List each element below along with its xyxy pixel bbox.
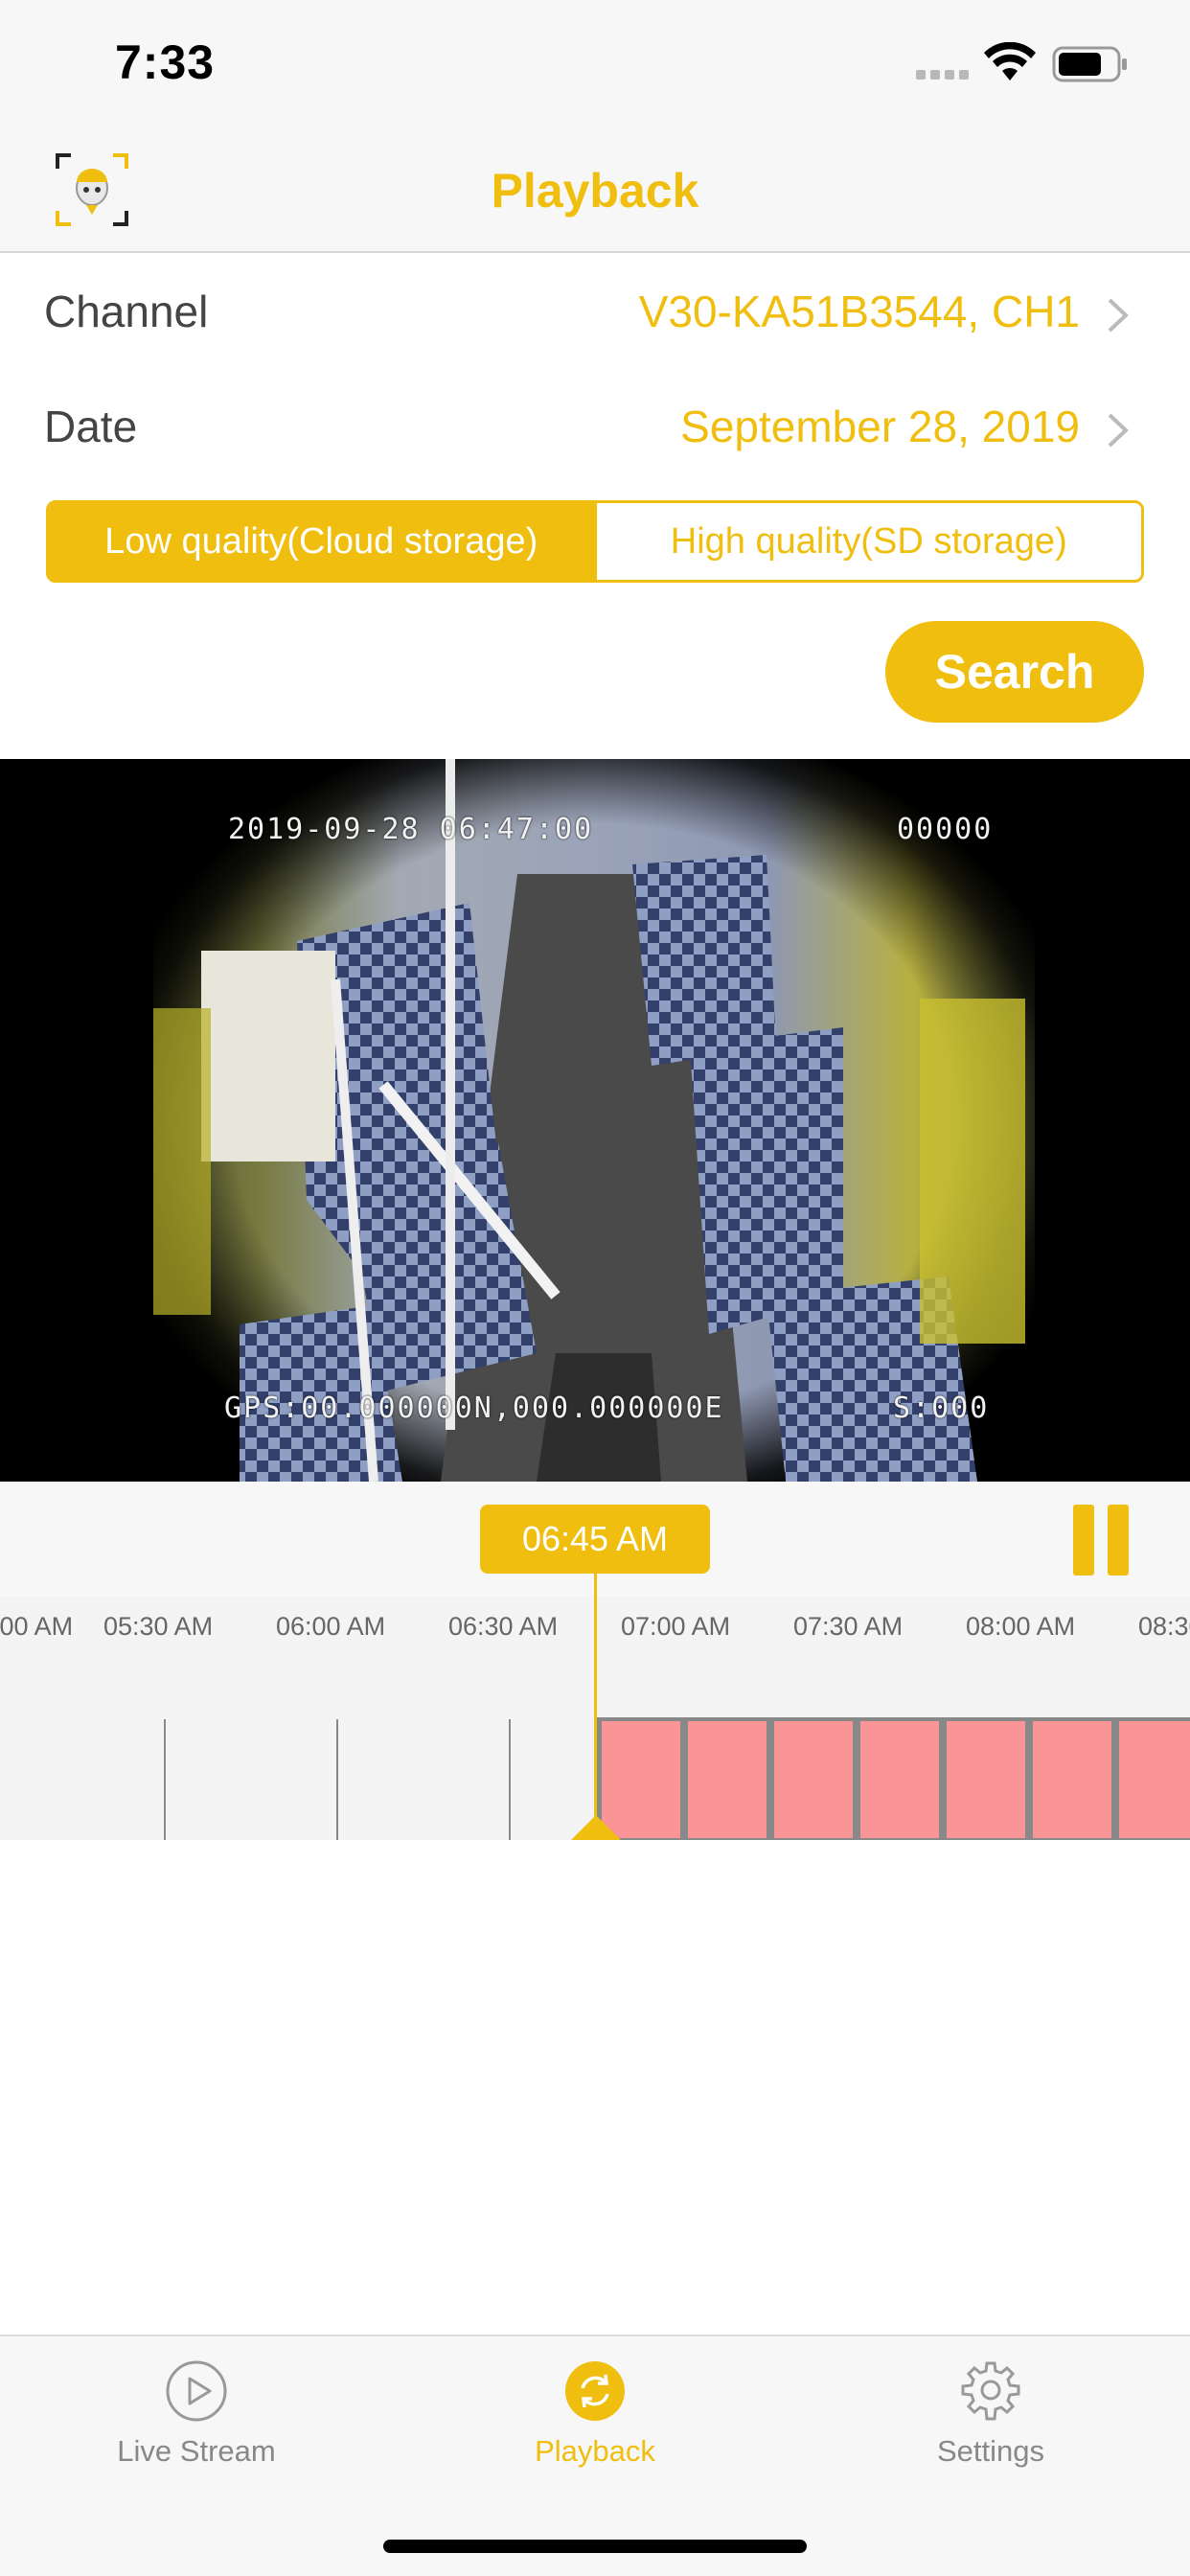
recording-segment[interactable] (1029, 1721, 1111, 1838)
tick-label: 07:30 AM (793, 1612, 904, 1641)
chevron-right-icon (1108, 298, 1129, 333)
battery-icon (1052, 46, 1127, 82)
tick-label: 06:30 AM (448, 1612, 559, 1641)
quality-segmented-control: Low quality(Cloud storage) High quality(… (46, 500, 1144, 583)
tick-label: 05:00 AM (0, 1612, 74, 1641)
tick-mark (509, 1719, 511, 1840)
chevron-right-icon (1108, 413, 1129, 448)
low-quality-option[interactable]: Low quality(Cloud storage) (49, 503, 594, 580)
tab-live-stream[interactable]: Live Stream (53, 2359, 340, 2469)
video-timestamp: 2019-09-28 06:47:00 (228, 813, 594, 846)
tick-label: 08:00 AM (966, 1612, 1076, 1641)
wifi-icon (984, 42, 1036, 80)
search-button[interactable]: Search (885, 621, 1144, 723)
page-title: Playback (491, 164, 699, 218)
channel-label: Channel (44, 287, 209, 336)
channel-value: V30-KA51B3544, CH1 (638, 287, 1080, 336)
current-time-badge: 06:45 AM (480, 1505, 710, 1574)
timeline-cursor[interactable] (594, 1574, 597, 1840)
date-label: Date (44, 402, 138, 451)
date-row[interactable]: Date September 28, 2019 (0, 374, 1190, 479)
recording-segment[interactable] (943, 1721, 1025, 1838)
recording-segment[interactable] (684, 1721, 767, 1838)
tab-settings[interactable]: Settings (847, 2359, 1134, 2469)
play-circle-icon (166, 2360, 227, 2422)
bus-interior-image (153, 759, 1025, 1482)
status-bar: 7:33 (0, 0, 1190, 126)
video-counter: 00000 (897, 813, 994, 846)
video-frame: 2019-09-28 06:47:00 00000 GPS:00.000000N… (153, 759, 1035, 1482)
tab-playback[interactable]: Playback (451, 2359, 739, 2469)
pause-icon[interactable] (1073, 1505, 1129, 1576)
timeline[interactable]: 05:00 AM 05:30 AM 06:00 AM 06:30 AM 07:0… (0, 1482, 1190, 1840)
video-gps: GPS:00.000000N,000.000000E (224, 1392, 724, 1425)
date-value: September 28, 2019 (680, 402, 1080, 451)
tab-label: Playback (535, 2434, 655, 2468)
recording-segment[interactable] (770, 1721, 853, 1838)
nav-bar: Playback (0, 126, 1190, 253)
high-quality-option[interactable]: High quality(SD storage) (593, 503, 1141, 580)
tick-label: 07:00 AM (621, 1612, 731, 1641)
cellular-signal-icon (916, 70, 969, 80)
recording-segment[interactable] (1115, 1721, 1190, 1838)
tick-label: 08:30 AM (1138, 1612, 1190, 1641)
channel-row[interactable]: Channel V30-KA51B3544, CH1 (0, 259, 1190, 364)
tab-label: Live Stream (117, 2434, 276, 2468)
tab-label: Settings (936, 2434, 1044, 2468)
recording-segment[interactable] (857, 1721, 939, 1838)
video-player[interactable]: 2019-09-28 06:47:00 00000 GPS:00.000000N… (0, 759, 1190, 1482)
status-time: 7:33 (115, 35, 216, 89)
tick-mark (164, 1719, 166, 1840)
timeline-cursor-handle[interactable] (569, 1815, 623, 1840)
video-speed: S:000 (893, 1392, 990, 1425)
gear-icon (961, 2361, 1020, 2421)
tick-label: 06:00 AM (276, 1612, 386, 1641)
tick-label: 05:30 AM (103, 1612, 214, 1641)
home-indicator (383, 2540, 807, 2553)
tick-mark (336, 1719, 338, 1840)
refresh-circle-icon (565, 2361, 625, 2421)
